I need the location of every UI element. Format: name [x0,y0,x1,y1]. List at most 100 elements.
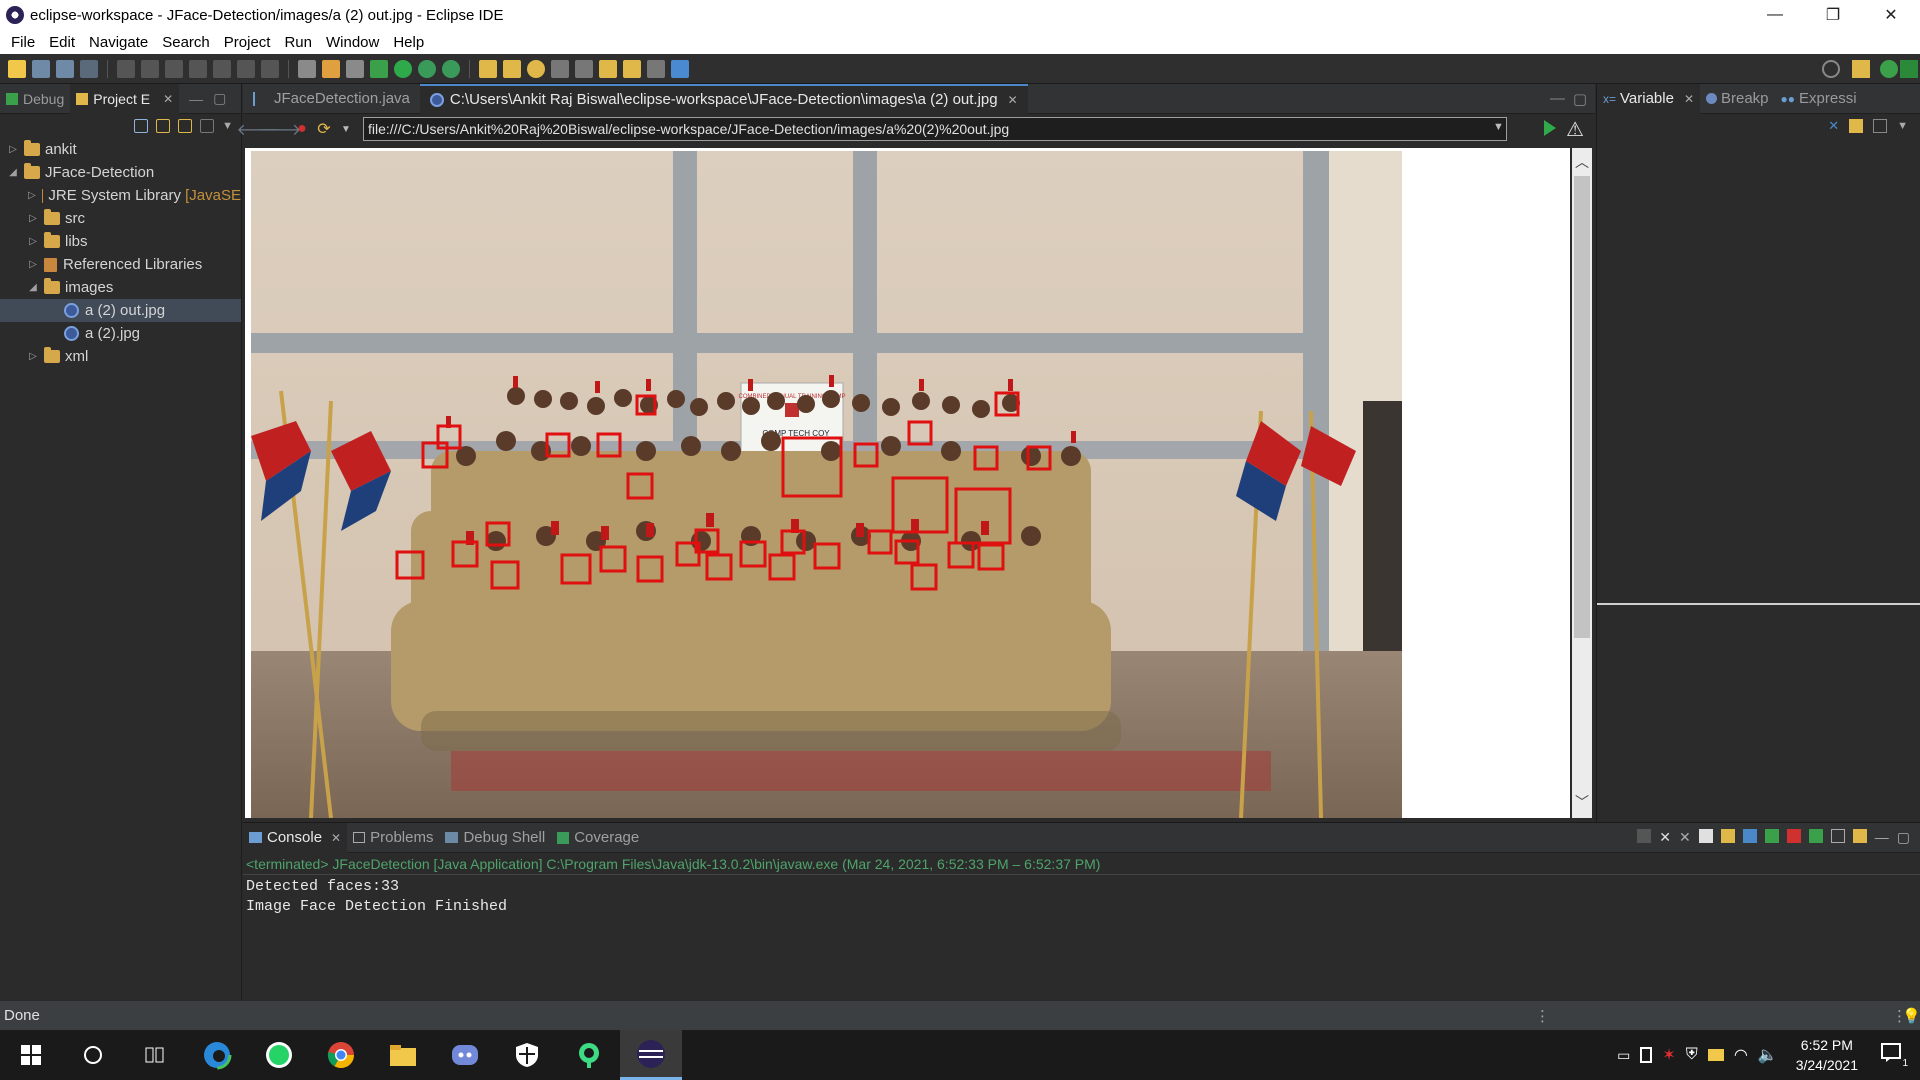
menu-project[interactable]: Project [217,34,278,51]
forward-icon[interactable] [647,59,665,78]
close-tab-icon[interactable]: ✕ [1684,92,1694,106]
tree-item-xml[interactable]: ▷ xml [0,345,241,368]
tab-jfacedetection-java[interactable]: JFaceDetection.java [243,84,420,114]
maximize-view-icon[interactable]: ▢ [213,90,226,107]
tab-expressions[interactable]: ●● Expressi [1775,84,1863,114]
save-all-icon[interactable] [56,59,74,78]
tab-problems[interactable]: Problems [347,823,439,853]
taskbar-clock[interactable]: 6:52 PM 3/24/2021 [1796,1035,1858,1075]
link-icon[interactable] [322,59,340,78]
whatsapp-icon[interactable] [248,1030,310,1080]
layout-icon[interactable] [1873,119,1888,133]
tab-debug-shell[interactable]: Debug Shell [439,823,551,853]
collapse-all-icon[interactable] [1849,119,1864,133]
tab-variables[interactable]: x= Variable ✕ [1597,83,1700,114]
tree-item-referenced-libraries[interactable]: ▷ Referenced Libraries [0,253,241,276]
disconnect-icon[interactable] [189,59,207,78]
tree-item-libs[interactable]: ▷ libs [0,230,241,253]
refresh-icon[interactable]: ⟳ [313,118,335,140]
antivirus-icon[interactable]: ✶ [1662,1045,1675,1065]
debug-perspective-icon[interactable] [1900,60,1918,78]
terminate-icon[interactable] [165,59,183,78]
menu-file[interactable]: File [4,34,42,51]
show-on-stderr-icon[interactable] [1786,829,1801,843]
expand-arrow-icon[interactable]: ▷ [8,144,18,155]
skip-breakpoints-icon[interactable] [80,59,98,78]
tree-item-ankit[interactable]: ▷ ankit [0,138,241,161]
forward-arrow-icon[interactable]: 🡒 [259,118,302,140]
tree-item-src[interactable]: ▷ src [0,207,241,230]
tab-breakpoints[interactable]: Breakp [1700,84,1775,114]
maximize-view-icon[interactable]: ▢ [1897,829,1910,846]
tab-debug[interactable]: Debug [0,84,70,114]
step-return-icon[interactable] [261,59,279,78]
suspend-icon[interactable] [141,59,159,78]
link-with-editor-icon[interactable] [156,119,171,133]
save-icon[interactable] [32,59,50,78]
view-menu-icon[interactable]: ▼ [1897,120,1908,132]
panel-divider[interactable] [1597,603,1920,605]
remove-launch-icon[interactable]: ✕ [1659,829,1671,846]
menu-search[interactable]: Search [155,34,217,51]
expand-arrow-icon[interactable]: ▷ [28,351,38,362]
scroll-lock-icon[interactable] [1720,829,1735,843]
tree-item-jface-detection[interactable]: ◢ JFace-Detection [0,161,241,184]
maximize-editor-icon[interactable]: ▢ [1573,90,1587,108]
view-menu-icon[interactable]: ▼ [222,120,233,132]
discord-icon[interactable] [434,1030,496,1080]
filter-icon[interactable] [178,119,193,133]
new-java-project-icon[interactable] [479,59,497,78]
tree-item-jre-library[interactable]: ▷ JRE System Library [JavaSE [0,184,241,207]
menu-edit[interactable]: Edit [42,34,82,51]
file-explorer-icon[interactable] [372,1030,434,1080]
minimize-view-icon[interactable]: — [1875,829,1889,846]
toggle-block-icon[interactable] [298,59,316,78]
external-tools-icon[interactable] [442,59,460,78]
task-view-icon[interactable] [124,1030,186,1080]
browser-vertical-scrollbar[interactable]: ︿ ﹀ [1572,148,1592,818]
resume-icon[interactable] [117,59,135,78]
security-shield-icon[interactable] [496,1030,558,1080]
onedrive-icon[interactable] [1707,1049,1724,1061]
notifications-icon[interactable]: 1 [1880,1041,1908,1069]
pin-icon[interactable] [575,59,593,78]
tip-icon[interactable]: 💡 [1902,1007,1920,1025]
debug-icon[interactable] [370,59,388,78]
open-type-icon[interactable] [346,59,364,78]
scrollbar-thumb[interactable] [1574,176,1590,638]
tab-project-explorer[interactable]: Project E ✕ [70,83,180,114]
tab-console[interactable]: Console ✕ [243,822,348,853]
collapse-arrow-icon[interactable]: ◢ [28,282,38,293]
menu-help[interactable]: Help [386,34,431,51]
collapse-all-icon[interactable] [134,119,149,133]
windows-start-icon[interactable] [0,1030,62,1080]
java-perspective-icon[interactable] [1880,60,1898,78]
search-icon[interactable] [527,59,545,78]
wifi-icon[interactable]: ◠ [1734,1045,1748,1065]
scroll-up-arrow-icon[interactable]: ︿ [1575,152,1589,172]
step-into-icon[interactable] [213,59,231,78]
clear-console-icon[interactable] [1698,829,1713,843]
expand-arrow-icon[interactable]: ▷ [28,213,38,224]
url-input[interactable] [363,117,1507,141]
tree-item-a-2-out-jpg[interactable]: a (2) out.jpg [0,299,241,322]
edge-browser-icon[interactable] [186,1030,248,1080]
expand-arrow-icon[interactable]: ▷ [28,259,38,270]
restore-button[interactable]: ❐ [1804,0,1862,30]
battery-icon[interactable] [1640,1047,1653,1063]
run-icon[interactable] [394,59,412,78]
minimize-editor-icon[interactable]: — [1550,90,1565,107]
stop-icon[interactable]: ● [291,118,313,140]
search-icon[interactable] [62,1030,124,1080]
last-edit-icon[interactable] [599,59,617,78]
tree-item-a-2-jpg[interactable]: a (2).jpg [0,322,241,345]
close-tab-icon[interactable]: ✕ [163,92,173,106]
meet-now-icon[interactable]: ▭ [1617,1047,1630,1064]
url-dropdown-icon[interactable]: ▼ [1493,121,1504,133]
minimize-view-icon[interactable]: — [189,91,203,107]
menu-window[interactable]: Window [319,34,386,51]
annotation-icon[interactable] [551,59,569,78]
word-wrap-icon[interactable] [1742,829,1757,843]
pin-console-icon[interactable] [1808,829,1823,843]
menu-run[interactable]: Run [277,34,319,51]
